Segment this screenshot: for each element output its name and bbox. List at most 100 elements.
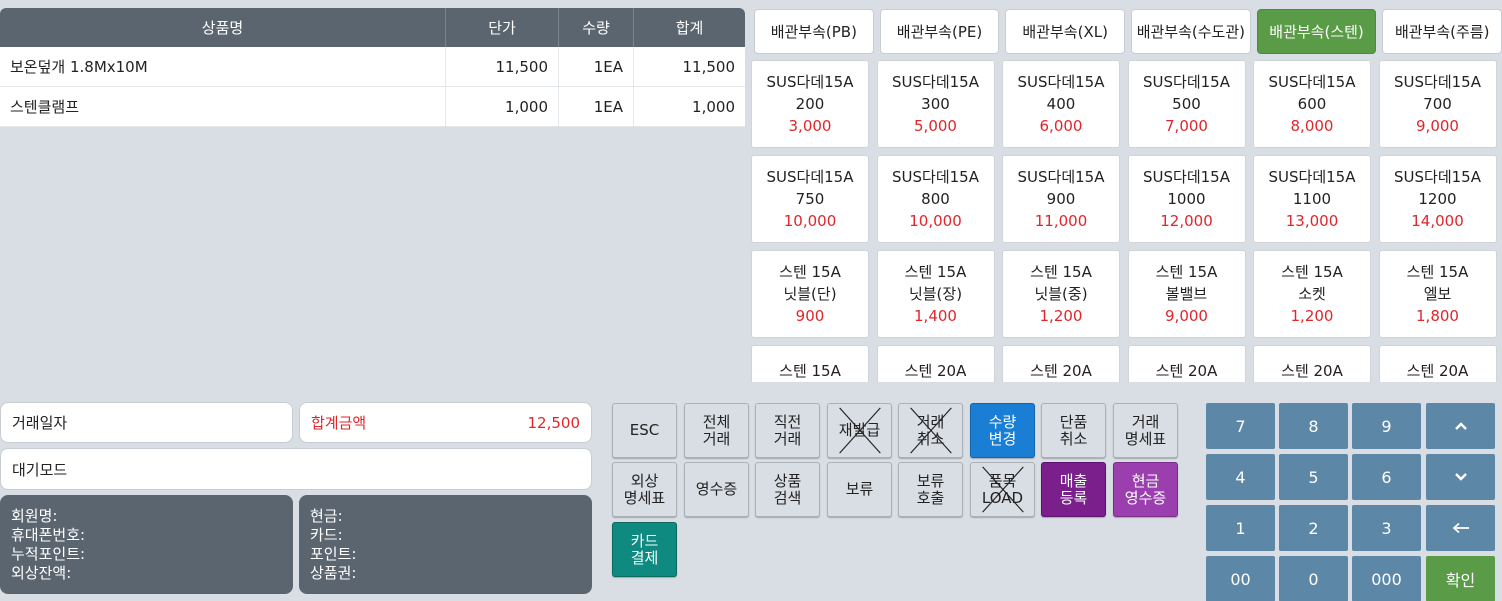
row-quantity: 1EA (559, 87, 634, 126)
product-price: 5,000 (914, 117, 957, 135)
row-quantity: 1EA (559, 47, 634, 86)
product-button[interactable]: SUS다데15A 600 8,000 (1253, 60, 1371, 148)
product-button[interactable]: 스텐 20A (876, 345, 995, 382)
hold-recall-button[interactable]: 보류 호출 (898, 462, 963, 517)
product-name: SUS다데15A 1000 (1143, 168, 1230, 208)
keypad-1[interactable]: 1 (1206, 505, 1275, 551)
product-price: 1,400 (914, 307, 957, 325)
transaction-statement-button[interactable]: 거래 명세표 (1113, 403, 1178, 458)
row-product-name: 스텐클램프 (0, 87, 446, 126)
keypad-7[interactable]: 7 (1206, 403, 1275, 449)
product-button[interactable]: 스텐 20A (1127, 345, 1246, 382)
product-button[interactable]: 스텐 20A (1253, 345, 1371, 382)
product-name: SUS다데15A 300 (892, 73, 979, 113)
product-name: 스텐 20A (1406, 362, 1469, 380)
product-price: 10,000 (783, 212, 837, 230)
keypad-down-button[interactable] (1426, 454, 1495, 500)
product-button[interactable]: 스텐 15A 닛블(장) 1,400 (876, 250, 995, 338)
product-search-button[interactable]: 상품 검색 (755, 462, 820, 517)
product-name: 스텐 15A 닛블(중) (1030, 263, 1092, 303)
product-button[interactable]: SUS다데15A 400 6,000 (1002, 60, 1120, 148)
product-price: 6,000 (1039, 117, 1083, 135)
product-button[interactable]: 스텐 15A 엘보 1,800 (1378, 250, 1497, 338)
product-name: SUS다데15A 800 (892, 168, 979, 208)
product-button[interactable]: 스텐 15A 닛블(중) 1,200 (1002, 250, 1120, 338)
keypad-3[interactable]: 3 (1352, 505, 1421, 551)
header-total: 합계 (675, 19, 704, 37)
product-button[interactable]: 스텐 20A (1378, 345, 1497, 382)
credit-statement-button[interactable]: 외상 명세표 (612, 462, 677, 517)
tab-category-xl[interactable]: 배관부속(XL) (1005, 9, 1126, 54)
product-button[interactable]: SUS다데15A 300 5,000 (876, 60, 995, 148)
product-button[interactable]: 스텐 20A (1002, 345, 1120, 382)
product-button[interactable]: SUS다데15A 500 7,000 (1127, 60, 1246, 148)
table-row[interactable]: 스텐클램프 1,000 1EA 1,000 (0, 87, 745, 127)
product-button[interactable]: 스텐 15A 볼밸브 9,000 (1127, 250, 1246, 338)
keypad-000[interactable]: 000 (1352, 556, 1421, 601)
keypad-2[interactable]: 2 (1279, 505, 1348, 551)
product-name: SUS다데15A 900 (1017, 168, 1105, 208)
row-unit-price: 11,500 (446, 47, 559, 86)
order-table-header: 상품명 단가 수량 합계 (0, 8, 745, 47)
keypad-0[interactable]: 0 (1279, 556, 1348, 601)
keypad-backspace-button[interactable] (1426, 505, 1495, 551)
product-button[interactable]: SUS다데15A 1200 14,000 (1378, 155, 1497, 243)
product-name: SUS다데15A 400 (1017, 73, 1105, 113)
product-button[interactable]: 스텐 15A 소켓 1,200 (1253, 250, 1371, 338)
product-button[interactable]: 스텐 15A (751, 345, 869, 382)
keypad-8[interactable]: 8 (1279, 403, 1348, 449)
product-button[interactable]: SUS다데15A 750 10,000 (751, 155, 869, 243)
keypad-00[interactable]: 00 (1206, 556, 1275, 601)
product-price: 10,000 (909, 212, 962, 230)
keypad-6[interactable]: 6 (1352, 454, 1421, 500)
tab-category-corrugated[interactable]: 배관부속(주름) (1382, 9, 1502, 54)
card-payment-button[interactable]: 카드 결제 (612, 522, 677, 577)
product-button[interactable]: 스텐 15A 닛블(단) 900 (751, 250, 869, 338)
transaction-date-field[interactable]: 거래일자 (0, 402, 293, 443)
chevron-up-icon (1454, 422, 1467, 430)
product-button[interactable]: SUS다데15A 1100 13,000 (1253, 155, 1371, 243)
product-button[interactable]: SUS다데15A 800 10,000 (876, 155, 995, 243)
tab-category-water-pipe[interactable]: 배관부속(수도관) (1131, 9, 1251, 54)
product-button[interactable]: SUS다데15A 1000 12,000 (1127, 155, 1246, 243)
row-total: 1,000 (692, 97, 735, 116)
confirm-button[interactable]: 확인 (1426, 556, 1495, 601)
tab-category-stainless[interactable]: 배관부속(스텐) (1256, 9, 1377, 54)
product-price: 1,200 (1290, 307, 1334, 325)
member-points-label: 누적포인트: (11, 545, 86, 563)
product-name: SUS다데15A 750 (766, 168, 854, 208)
product-name: 스텐 20A (1030, 362, 1092, 380)
product-grid: SUS다데15A 200 3,000 SUS다데15A 300 5,000 SUS다… (751, 60, 1502, 382)
tab-category-pe[interactable]: 배관부속(PE) (879, 9, 1000, 54)
keypad-5[interactable]: 5 (1279, 454, 1348, 500)
product-button[interactable]: SUS다데15A 200 3,000 (751, 60, 869, 148)
keypad-9[interactable]: 9 (1352, 403, 1421, 449)
last-transaction-button[interactable]: 직전 거래 (755, 403, 820, 458)
hold-button[interactable]: 보류 (827, 462, 892, 517)
all-transactions-button[interactable]: 전체 거래 (684, 403, 749, 458)
cash-receipt-button[interactable]: 현금 영수증 (1113, 462, 1178, 517)
keypad-up-button[interactable] (1426, 403, 1495, 449)
product-name: SUS다데15A 200 (766, 73, 854, 113)
payment-voucher-label: 상품권: (310, 564, 357, 582)
total-amount-value: 12,500 (527, 413, 581, 432)
keypad-4[interactable]: 4 (1206, 454, 1275, 500)
product-name: 스텐 15A 엘보 (1406, 263, 1469, 303)
product-price: 13,000 (1285, 212, 1339, 230)
esc-button[interactable]: ESC (612, 403, 677, 458)
receipt-button[interactable]: 영수증 (684, 462, 749, 517)
quantity-change-button[interactable]: 수량 변경 (970, 403, 1035, 458)
product-button[interactable]: SUS다데15A 700 9,000 (1378, 60, 1497, 148)
backspace-arrow-icon (1452, 522, 1469, 534)
item-cancel-button[interactable]: 단품 취소 (1041, 403, 1106, 458)
product-name: 스텐 15A 닛블(단) (779, 263, 841, 303)
transaction-date-label: 거래일자 (12, 414, 68, 432)
item-load-button: 품목 LOAD (970, 462, 1035, 517)
header-unit-price: 단가 (446, 8, 559, 47)
product-name: SUS다데15A 1200 (1394, 168, 1481, 208)
table-row[interactable]: 보온덮개 1.8Mx10M 11,500 1EA 11,500 (0, 47, 745, 87)
product-price: 12,000 (1160, 212, 1213, 230)
product-button[interactable]: SUS다데15A 900 11,000 (1002, 155, 1120, 243)
tab-category-pb[interactable]: 배관부속(PB) (754, 9, 874, 54)
sales-register-button[interactable]: 매출 등록 (1041, 462, 1106, 517)
